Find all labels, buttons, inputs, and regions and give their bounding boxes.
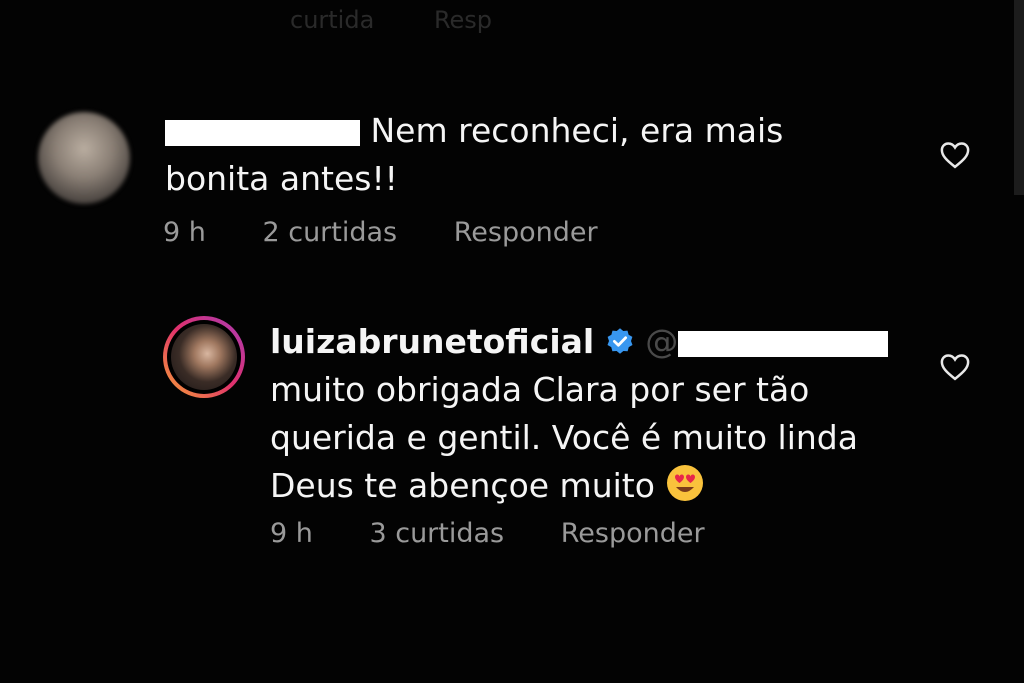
comment-1-time: 9 h xyxy=(163,217,206,248)
comment-2-line-3: Deus te abençoe muito xyxy=(270,466,655,505)
mention-prefix: @ xyxy=(645,322,679,361)
comment-1-meta: 9 h 2 curtidas Responder xyxy=(163,217,646,248)
verified-badge-icon xyxy=(607,328,633,354)
comment-2-line-2: querida e gentil. Você é muito linda xyxy=(270,418,858,457)
scrollbar[interactable] xyxy=(1014,0,1024,195)
heart-icon[interactable] xyxy=(940,141,970,169)
redacted-mention[interactable] xyxy=(678,330,889,357)
comment-2-likes[interactable]: 3 curtidas xyxy=(369,518,504,549)
previous-comment-actions: curtida Resp xyxy=(290,6,544,34)
heart-icon[interactable] xyxy=(940,353,970,381)
comment-1-body: Nem reconheci, era mais bonita antes!! xyxy=(165,107,925,203)
comment-1-likes[interactable]: 2 curtidas xyxy=(262,217,397,248)
comment-1-line-1: Nem reconheci, era mais xyxy=(370,111,784,150)
comment-2-body: luizabrunetoficial @ muito obrigada Clar… xyxy=(270,318,930,510)
comment-1-reply-button[interactable]: Responder xyxy=(454,217,598,248)
redacted-username[interactable] xyxy=(165,119,360,146)
heart-eyes-emoji xyxy=(667,465,704,501)
comment-2-line-1: muito obrigada Clara por ser tão xyxy=(270,370,810,409)
username-luizabrunetoficial[interactable]: luizabrunetoficial xyxy=(270,322,594,361)
comment-2-meta: 9 h 3 curtidas Responder xyxy=(270,518,753,549)
luizabrunetoficial-avatar[interactable] xyxy=(163,316,245,398)
commenter-avatar[interactable] xyxy=(38,112,130,204)
comment-1-line-2: bonita antes!! xyxy=(165,159,398,198)
profile-photo xyxy=(171,324,237,390)
previous-likes-count[interactable]: curtida xyxy=(290,6,374,34)
comments-screen: curtida Resp Nem reconheci, era mais bon… xyxy=(0,0,1024,683)
previous-reply-button[interactable]: Resp xyxy=(434,6,492,34)
comment-2-time: 9 h xyxy=(270,518,313,549)
comment-2-reply-button[interactable]: Responder xyxy=(561,518,705,549)
